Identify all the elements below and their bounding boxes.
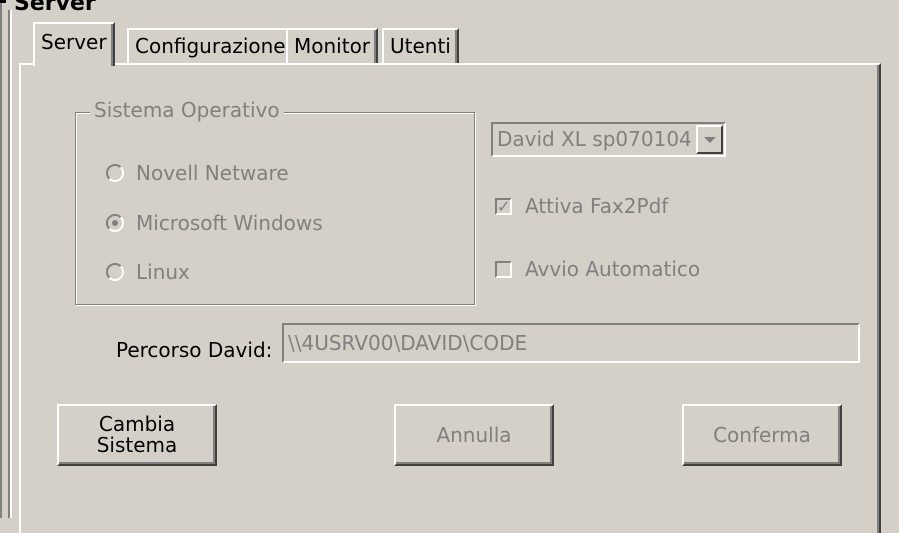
radio-windows[interactable]: Microsoft Windows <box>106 208 323 238</box>
path-value: \\4USRV00\DAVID\CODE <box>288 331 528 355</box>
cancel-button[interactable]: Annulla <box>394 404 554 466</box>
path-field[interactable]: \\4USRV00\DAVID\CODE <box>282 323 860 363</box>
radio-label: Linux <box>136 260 190 284</box>
chevron-down-icon[interactable] <box>696 125 723 154</box>
tab-server[interactable]: Server <box>33 22 115 66</box>
tab-label: Configurazione <box>135 34 286 58</box>
window-title: Server <box>14 0 96 16</box>
window-frame <box>0 0 14 518</box>
tab-label: Monitor <box>294 34 371 58</box>
radio-icon <box>106 263 124 281</box>
radio-icon <box>106 164 124 182</box>
title-mark <box>0 0 6 3</box>
tab-label: Server <box>41 30 107 54</box>
autostart-label: Avvio Automatico <box>525 257 701 281</box>
cancel-label: Annulla <box>436 422 512 447</box>
confirm-button[interactable]: Conferma <box>682 404 842 466</box>
os-group: Sistema Operativo Novell Netware Microso… <box>75 98 475 305</box>
change-system-button[interactable]: Cambia Sistema <box>57 404 217 466</box>
tab-label: Utenti <box>390 34 451 58</box>
confirm-label: Conferma <box>713 422 811 447</box>
version-select-value: David XL sp070104 <box>497 127 692 151</box>
radio-label: Novell Netware <box>136 161 289 185</box>
radio-selected-icon <box>106 214 124 232</box>
fax2pdf-label: Attiva Fax2Pdf <box>525 194 669 218</box>
tab-utenti[interactable]: Utenti <box>382 28 459 63</box>
checkbox-icon <box>495 260 512 278</box>
fax2pdf-checkbox[interactable]: ✓ Attiva Fax2Pdf <box>495 191 668 221</box>
tab-monitor[interactable]: Monitor <box>286 28 379 63</box>
path-label: Percorso David: <box>116 338 273 362</box>
radio-linux[interactable]: Linux <box>106 257 190 287</box>
os-group-legend: Sistema Operativo <box>90 98 284 122</box>
change-system-label: Cambia Sistema <box>96 412 178 457</box>
tab-configurazione[interactable]: Configurazione <box>127 28 294 63</box>
version-select[interactable]: David XL sp070104 <box>491 122 726 157</box>
check-icon: ✓ <box>495 196 512 216</box>
radio-label: Microsoft Windows <box>136 211 323 235</box>
autostart-checkbox[interactable]: Avvio Automatico <box>495 254 700 284</box>
radio-novell[interactable]: Novell Netware <box>106 158 289 188</box>
